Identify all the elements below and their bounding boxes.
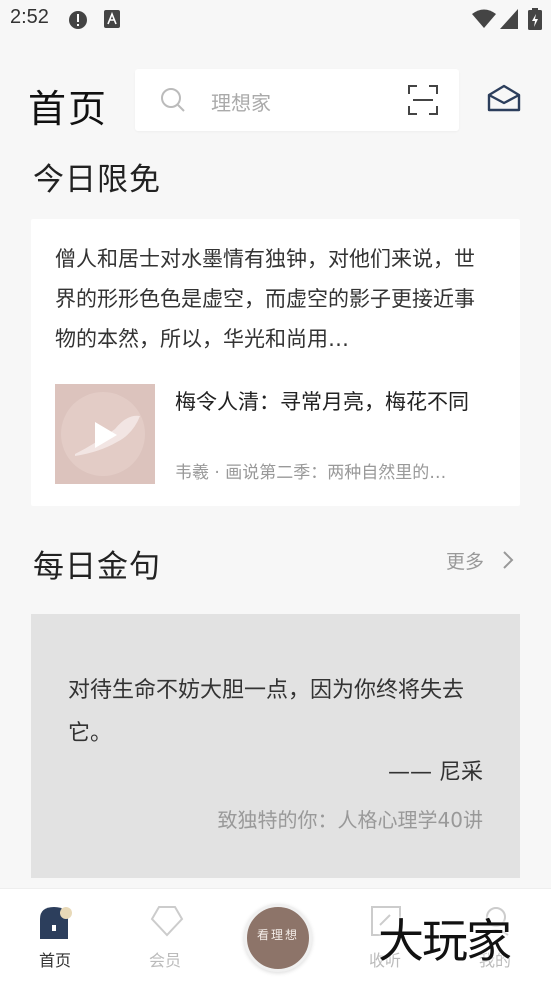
battery-icon [528, 8, 542, 34]
chevron-right-icon [502, 550, 514, 575]
play-icon [93, 420, 119, 454]
search-icon [159, 86, 187, 118]
tab-home[interactable]: 首页 [10, 889, 100, 982]
more-link[interactable]: 更多 [446, 547, 514, 575]
search-bar[interactable]: 理想家 [135, 69, 459, 131]
free-today-card[interactable]: 僧人和居士对水墨情有独钟，对他们来说，世界的形形色色是虚空，而虚空的影子更接近事… [31, 219, 520, 506]
course-subtitle: 韦羲 · 画说第二季：两种自然里的… [175, 463, 447, 483]
search-placeholder: 理想家 [211, 91, 271, 115]
more-label: 更多 [446, 551, 485, 573]
quote-author: —— 尼采 [388, 760, 483, 785]
wifi-icon [472, 9, 496, 33]
center-button[interactable]: 看理想 [244, 904, 312, 972]
alert-icon [68, 10, 88, 34]
daily-quote-title: 每日金句 [33, 549, 161, 585]
quote-card[interactable]: 对待生命不妨大胆一点，因为你终将失去它。 —— 尼采 致独特的你：人格心理学40… [31, 614, 520, 878]
page-title: 首页 [28, 87, 109, 131]
tab-label-vip: 会员 [148, 951, 181, 970]
quote-text: 对待生命不妨大胆一点，因为你终将失去它。 [68, 678, 465, 746]
quote-source: 致独特的你：人格心理学40讲 [217, 808, 483, 832]
status-time: 2:52 [10, 6, 49, 28]
course-title: 梅令人清：寻常月亮，梅花不同 [175, 390, 469, 414]
course-thumbnail[interactable] [55, 384, 155, 484]
home-icon [40, 907, 74, 943]
text-a-icon [104, 10, 120, 32]
signal-icon [500, 9, 518, 33]
diamond-icon [150, 905, 184, 941]
watermark-logo: 大玩家 [378, 914, 512, 968]
status-bar: 2:52 [0, 0, 551, 38]
free-today-description: 僧人和居士对水墨情有独钟，对他们来说，世界的形形色色是虚空，而虚空的影子更接近事… [55, 247, 475, 351]
tab-vip[interactable]: 会员 [120, 889, 210, 982]
free-today-title: 今日限免 [33, 162, 161, 198]
tab-label-home: 首页 [38, 951, 71, 970]
mail-icon[interactable] [487, 83, 521, 117]
scan-icon[interactable] [407, 84, 439, 120]
header: 首页 理想家 [0, 60, 551, 140]
